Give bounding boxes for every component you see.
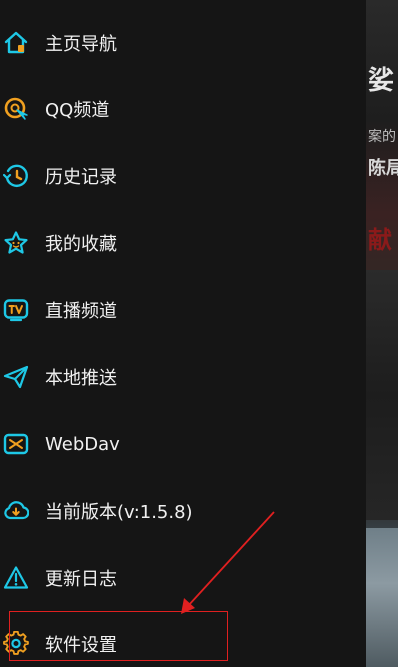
poster-dark-area xyxy=(366,270,398,520)
poster-light-area xyxy=(366,528,398,667)
menu-item-label: 更新日志 xyxy=(45,569,117,590)
menu-item-changelog[interactable]: 更新日志 xyxy=(0,545,366,611)
star-icon xyxy=(3,230,29,256)
poster-text-1: 娑 xyxy=(368,66,395,96)
menu-item-label: 主页导航 xyxy=(45,34,117,55)
poster-text-3: 陈局 xyxy=(368,158,398,179)
gear-icon xyxy=(3,631,29,657)
tv-icon xyxy=(3,297,29,323)
menu-item-label: 软件设置 xyxy=(45,635,117,656)
qq-channel-icon xyxy=(3,96,29,122)
menu-item-label: 历史记录 xyxy=(45,167,117,188)
menu-item-local-push[interactable]: 本地推送 xyxy=(0,344,366,410)
history-icon xyxy=(3,163,29,189)
warning-icon xyxy=(3,565,29,591)
menu-item-live-channel[interactable]: 直播频道 xyxy=(0,277,366,343)
poster-text-2: 案的 xyxy=(368,129,396,145)
menu-item-label: 当前版本(v:1.5.8) xyxy=(45,502,193,523)
menu-item-label: 本地推送 xyxy=(45,368,117,389)
menu-item-label: 我的收藏 xyxy=(45,234,117,255)
navigation-drawer: 主页导航 QQ频道 历史记录 我的收藏 直播频道 本地推送 WebDav 当前版… xyxy=(0,0,366,667)
send-icon xyxy=(3,364,29,390)
menu-item-history[interactable]: 历史记录 xyxy=(0,143,366,209)
menu-item-label: QQ频道 xyxy=(45,100,110,121)
menu-item-qq-channel[interactable]: QQ频道 xyxy=(0,76,366,142)
menu-item-label: 直播频道 xyxy=(45,301,117,322)
webdav-icon xyxy=(3,431,29,457)
poster-text-4: 献 xyxy=(368,226,392,254)
menu-item-webdav[interactable]: WebDav xyxy=(0,411,366,477)
cloud-download-icon xyxy=(3,498,29,524)
home-icon xyxy=(3,30,29,56)
background-poster-peek[interactable]: 娑 案的 陈局 献 xyxy=(366,0,398,667)
menu-item-label: WebDav xyxy=(45,433,120,455)
menu-item-home-nav[interactable]: 主页导航 xyxy=(0,10,366,76)
menu-item-favorites[interactable]: 我的收藏 xyxy=(0,210,366,276)
menu-item-settings[interactable]: 软件设置 xyxy=(0,611,366,667)
screen: 娑 案的 陈局 献 主页导航 QQ频道 历史记录 我的收藏 直播频道 本地推送 … xyxy=(0,0,398,667)
menu-item-current-version[interactable]: 当前版本(v:1.5.8) xyxy=(0,478,366,544)
